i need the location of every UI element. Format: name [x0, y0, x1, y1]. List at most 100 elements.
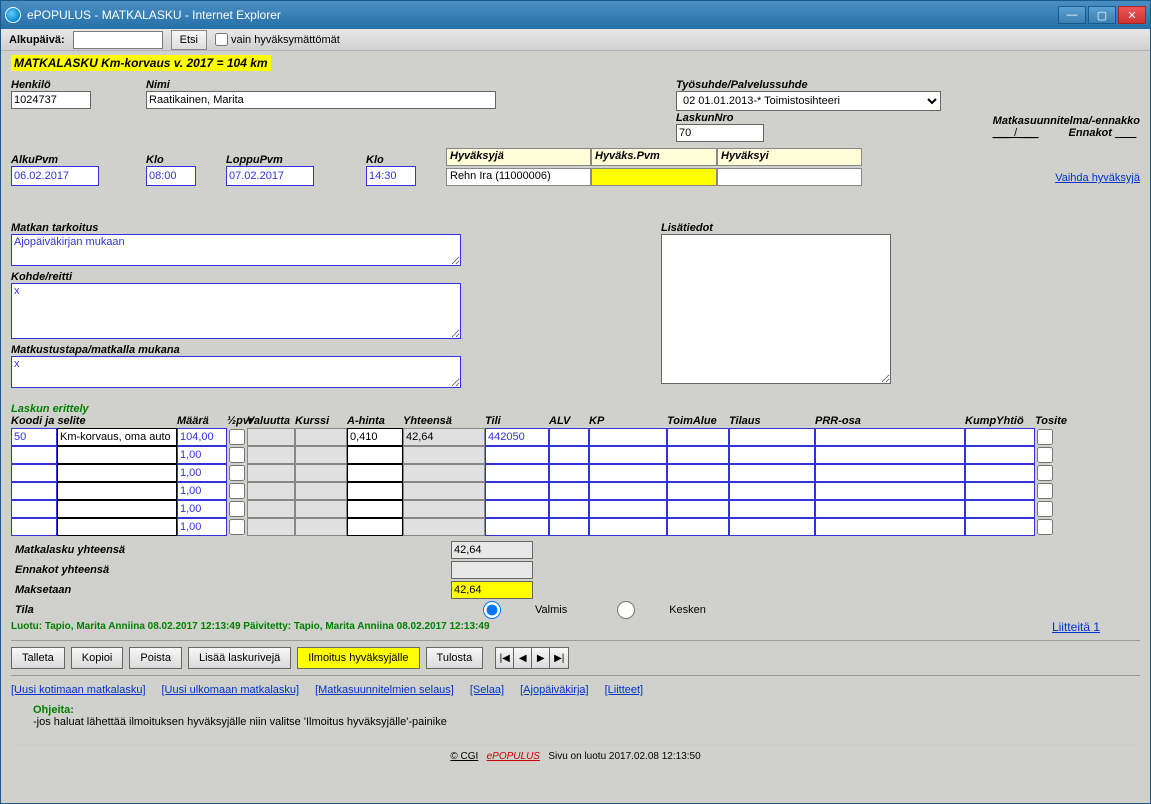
grid-cell[interactable]: [667, 518, 729, 536]
grid-cell[interactable]: [11, 446, 57, 464]
grid-cell[interactable]: [347, 464, 403, 482]
liitteita-link[interactable]: Liitteitä 1: [1052, 620, 1100, 634]
grid-cell[interactable]: [11, 482, 57, 500]
vaihda-hyvaksyja-link[interactable]: Vaihda hyväksyjä: [1055, 172, 1140, 184]
footer-epopulus[interactable]: ePOPULUS: [487, 751, 540, 762]
grid-cell[interactable]: [247, 464, 295, 482]
close-button[interactable]: ✕: [1118, 6, 1146, 24]
poista-button[interactable]: Poista: [129, 647, 182, 669]
grid-cell[interactable]: [11, 518, 57, 536]
grid-cell[interactable]: [965, 428, 1035, 446]
grid-cell[interactable]: [347, 518, 403, 536]
grid-cell[interactable]: [57, 428, 177, 446]
grid-cell[interactable]: [589, 482, 667, 500]
grid-cell[interactable]: [347, 482, 403, 500]
grid-cell[interactable]: [295, 482, 347, 500]
grid-cell[interactable]: [485, 518, 549, 536]
grid-cell[interactable]: [403, 464, 485, 482]
grid-cell[interactable]: [485, 428, 549, 446]
grid-cell[interactable]: [295, 446, 347, 464]
kesken-radio-label[interactable]: Kesken: [585, 601, 706, 619]
alkupaiva-input[interactable]: [73, 31, 163, 49]
grid-cell[interactable]: [589, 500, 667, 518]
grid-cell[interactable]: [729, 518, 815, 536]
tosite-checkbox[interactable]: [1037, 429, 1053, 445]
vain-checkbox[interactable]: [215, 33, 228, 46]
grid-cell[interactable]: [589, 428, 667, 446]
grid-cell[interactable]: [965, 500, 1035, 518]
half-checkbox[interactable]: [229, 465, 245, 481]
grid-cell[interactable]: [965, 482, 1035, 500]
grid-cell[interactable]: [247, 482, 295, 500]
grid-cell[interactable]: [485, 464, 549, 482]
grid-cell[interactable]: [247, 428, 295, 446]
grid-cell[interactable]: [11, 500, 57, 518]
grid-cell[interactable]: [549, 464, 589, 482]
grid-cell[interactable]: [549, 500, 589, 518]
grid-cell[interactable]: [347, 446, 403, 464]
grid-cell[interactable]: [295, 428, 347, 446]
grid-cell[interactable]: [965, 446, 1035, 464]
grid-cell[interactable]: [347, 500, 403, 518]
grid-cell[interactable]: [815, 518, 965, 536]
nav-next-icon[interactable]: ▶: [532, 648, 550, 668]
grid-cell[interactable]: [589, 464, 667, 482]
minimize-button[interactable]: —: [1058, 6, 1086, 24]
half-checkbox[interactable]: [229, 519, 245, 535]
valmis-radio[interactable]: [451, 601, 533, 619]
grid-cell[interactable]: [177, 500, 227, 518]
grid-cell[interactable]: [589, 446, 667, 464]
link-liitteet[interactable]: [Liitteet]: [605, 684, 644, 696]
tosite-checkbox[interactable]: [1037, 519, 1053, 535]
grid-cell[interactable]: [295, 518, 347, 536]
kopioi-button[interactable]: Kopioi: [71, 647, 124, 669]
grid-cell[interactable]: [815, 482, 965, 500]
nav-prev-icon[interactable]: ◀: [514, 648, 532, 668]
link-uusi-kotimaan[interactable]: [Uusi kotimaan matkalasku]: [11, 684, 146, 696]
half-checkbox[interactable]: [229, 483, 245, 499]
half-checkbox[interactable]: [229, 429, 245, 445]
vain-checkbox-label[interactable]: vain hyväksymättömät: [215, 33, 340, 46]
link-matkasuun[interactable]: [Matkasuunnitelmien selaus]: [315, 684, 454, 696]
nav-first-icon[interactable]: |◀: [496, 648, 514, 668]
grid-cell[interactable]: [247, 500, 295, 518]
tosite-checkbox[interactable]: [1037, 447, 1053, 463]
grid-cell[interactable]: [11, 428, 57, 446]
lisaa-button[interactable]: Lisää laskurivejä: [188, 647, 291, 669]
grid-cell[interactable]: [815, 428, 965, 446]
grid-cell[interactable]: [247, 518, 295, 536]
grid-cell[interactable]: [729, 446, 815, 464]
ilmoitus-button[interactable]: Ilmoitus hyväksyjälle: [297, 647, 419, 669]
grid-cell[interactable]: [965, 464, 1035, 482]
grid-cell[interactable]: [965, 518, 1035, 536]
grid-cell[interactable]: [667, 446, 729, 464]
tosite-checkbox[interactable]: [1037, 501, 1053, 517]
grid-cell[interactable]: [57, 500, 177, 518]
grid-cell[interactable]: [403, 482, 485, 500]
half-checkbox[interactable]: [229, 447, 245, 463]
alkupvm-input[interactable]: [11, 166, 99, 186]
grid-cell[interactable]: [347, 428, 403, 446]
grid-cell[interactable]: [177, 428, 227, 446]
link-uusi-ulkomaan[interactable]: [Uusi ulkomaan matkalasku]: [162, 684, 300, 696]
grid-cell[interactable]: [177, 464, 227, 482]
nav-last-icon[interactable]: ▶|: [550, 648, 568, 668]
tosite-checkbox[interactable]: [1037, 465, 1053, 481]
maximize-button[interactable]: ▢: [1088, 6, 1116, 24]
kesken-radio[interactable]: [585, 601, 667, 619]
klo1-input[interactable]: [146, 166, 196, 186]
grid-cell[interactable]: [549, 518, 589, 536]
tosite-checkbox[interactable]: [1037, 483, 1053, 499]
tulosta-button[interactable]: Tulosta: [426, 647, 484, 669]
grid-cell[interactable]: [295, 500, 347, 518]
half-checkbox[interactable]: [229, 501, 245, 517]
grid-cell[interactable]: [549, 428, 589, 446]
footer-cgi[interactable]: © CGI: [450, 751, 478, 762]
grid-cell[interactable]: [177, 482, 227, 500]
grid-cell[interactable]: [403, 500, 485, 518]
grid-cell[interactable]: [57, 518, 177, 536]
grid-cell[interactable]: [815, 464, 965, 482]
grid-cell[interactable]: [729, 464, 815, 482]
grid-cell[interactable]: [589, 518, 667, 536]
kohde-input[interactable]: [11, 283, 461, 339]
